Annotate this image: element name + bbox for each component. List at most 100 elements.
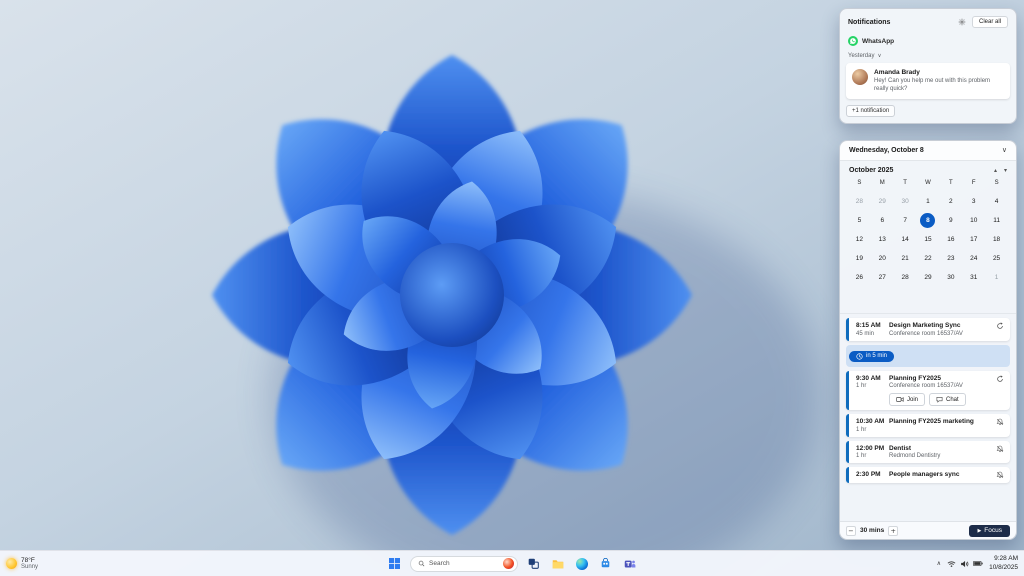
clear-all-button[interactable]: Clear all	[971, 16, 1008, 28]
calendar-day[interactable]: 1	[920, 194, 935, 209]
calendar-day[interactable]: 17	[966, 232, 981, 247]
calendar-day[interactable]: 24	[966, 251, 981, 266]
notification-group-header[interactable]: Yesterday ∨	[840, 51, 1016, 63]
store-button[interactable]	[597, 555, 614, 572]
calendar-day[interactable]: 7	[898, 213, 913, 228]
notification-settings-icon[interactable]	[958, 18, 966, 26]
more-notifications-button[interactable]: +1 notification	[846, 105, 896, 118]
calendar-day[interactable]: 3	[966, 194, 981, 209]
event-time: 8:15 AM	[856, 322, 881, 329]
calendar-day[interactable]: 15	[920, 232, 935, 247]
calendar-day[interactable]: 29	[875, 194, 890, 209]
clock[interactable]: 9:28 AM 10/8/2025	[989, 555, 1018, 572]
notification-message: Hey! Can you help me out with this probl…	[874, 78, 991, 93]
next-month-icon[interactable]: ▾	[1004, 167, 1007, 174]
clock-icon	[856, 352, 863, 360]
weather-condition: Sunny	[21, 564, 39, 570]
previous-month-icon[interactable]: ▴	[994, 167, 997, 174]
calendar-day[interactable]: 6	[875, 213, 890, 228]
calendar-day[interactable]: 2	[943, 194, 958, 209]
collapse-calendar-icon[interactable]: ∨	[1002, 147, 1007, 154]
calendar-day[interactable]: 1	[989, 270, 1004, 285]
task-view-button[interactable]	[525, 555, 542, 572]
notification-app-group[interactable]: WhatsApp	[840, 33, 1016, 51]
edge-button[interactable]	[573, 555, 590, 572]
calendar-day[interactable]: 14	[898, 232, 913, 247]
calendar-day[interactable]: 21	[898, 251, 913, 266]
clock-date: 10/8/2025	[989, 563, 1018, 571]
calendar-day[interactable]: 22	[920, 251, 935, 266]
join-button[interactable]: Join	[889, 393, 926, 406]
event-card[interactable]: 9:30 AM 1 hr Planning FY2025 Conference …	[846, 370, 1010, 410]
event-card[interactable]: 10:30 AM 1 hr Planning FY2025 marketing	[846, 414, 1010, 437]
calendar-day[interactable]: 19	[852, 251, 867, 266]
chevron-down-icon: ∨	[877, 53, 882, 59]
event-card[interactable]: 8:15 AM 45 min Design Marketing Sync Con…	[846, 318, 1010, 341]
reminder-pill[interactable]: in 5 min	[849, 350, 895, 362]
calendar-day[interactable]: 23	[943, 251, 958, 266]
calendar-day[interactable]: 28	[852, 194, 867, 209]
reminder-banner: in 5 min	[846, 344, 1010, 367]
calendar-day[interactable]: 4	[989, 194, 1004, 209]
calendar-footer: − 30 mins + ▶ Focus	[840, 521, 1016, 539]
weather-widget[interactable]: 78°F Sunny	[6, 557, 38, 570]
agenda-list: 8:15 AM 45 min Design Marketing Sync Con…	[840, 313, 1016, 521]
focus-button[interactable]: ▶ Focus	[969, 524, 1010, 537]
calendar-day[interactable]: 11	[989, 213, 1004, 228]
calendar-day[interactable]: 10	[966, 213, 981, 228]
event-time: 2:30 PM	[856, 471, 881, 478]
calendar-day[interactable]: 18	[989, 232, 1004, 247]
event-location: Conference room 16537/AV	[889, 330, 963, 337]
notification-card[interactable]: Amanda Brady Hey! Can you help me out wi…	[846, 63, 1010, 100]
calendar-date-header[interactable]: Wednesday, October 8 ∨	[840, 141, 1016, 161]
notifications-title: Notifications	[848, 18, 891, 26]
calendar-day[interactable]: 31	[966, 270, 981, 285]
calendar-month-row: October 2025 ▴ ▾	[840, 161, 1016, 176]
edge-icon	[575, 557, 588, 570]
calendar-day[interactable]: 30	[898, 194, 913, 209]
start-button[interactable]	[386, 555, 403, 572]
teams-button[interactable]	[621, 555, 638, 572]
increase-duration-button[interactable]: +	[888, 525, 899, 536]
avatar	[852, 69, 868, 85]
calendar-day[interactable]: 9	[943, 213, 958, 228]
search-box[interactable]: Search	[410, 555, 518, 572]
day-of-week: S	[994, 180, 999, 186]
calendar-month-label: October 2025	[849, 167, 894, 174]
calendar-day-selected[interactable]: 8	[920, 213, 936, 228]
calendar-day[interactable]: 27	[875, 270, 890, 285]
day-of-week: S	[857, 180, 862, 186]
event-title: People managers sync	[889, 471, 960, 478]
decrease-duration-button[interactable]: −	[846, 525, 856, 536]
calendar-day[interactable]: 28	[898, 270, 913, 285]
taskbar: 78°F Sunny Search ∧ 9:28 AM 10/8/2025	[0, 550, 1024, 576]
calendar-day[interactable]: 30	[943, 270, 958, 285]
notification-app-name: WhatsApp	[862, 37, 895, 45]
calendar-day[interactable]: 20	[875, 251, 890, 266]
search-label: Search	[429, 560, 450, 567]
event-card[interactable]: 2:30 PM People managers sync	[846, 467, 1010, 483]
event-card[interactable]: 12:00 PM 1 hr Dentist Redmond Dentistry	[846, 440, 1010, 463]
clock-time: 9:28 AM	[994, 555, 1018, 563]
event-location: Conference room 16537/AV	[889, 383, 963, 389]
calendar-day[interactable]: 29	[920, 270, 935, 285]
search-icon	[418, 560, 425, 567]
chat-button[interactable]: Chat	[929, 393, 966, 406]
notification-center: Notifications Clear all WhatsApp Yesterd…	[839, 8, 1017, 125]
calendar-day[interactable]: 13	[875, 232, 890, 247]
calendar-day[interactable]: 5	[852, 213, 867, 228]
hidden-icons-chevron[interactable]: ∧	[937, 560, 941, 567]
system-tray-area: ∧ 9:28 AM 10/8/2025	[937, 555, 1018, 572]
quick-settings-button[interactable]	[947, 560, 983, 568]
day-of-week: T	[903, 180, 907, 186]
calendar-day[interactable]: 26	[852, 270, 867, 285]
bell-off-icon	[996, 471, 1004, 479]
calendar-day[interactable]: 25	[989, 251, 1004, 266]
event-time: 9:30 AM	[856, 374, 881, 382]
file-explorer-button[interactable]	[549, 555, 566, 572]
day-of-week: F	[971, 180, 976, 186]
calendar-day[interactable]: 16	[943, 232, 958, 247]
calendar-day[interactable]: 12	[852, 232, 867, 247]
focus-duration-label: 30 mins	[860, 527, 885, 534]
notification-sender: Amanda Brady	[874, 69, 920, 76]
